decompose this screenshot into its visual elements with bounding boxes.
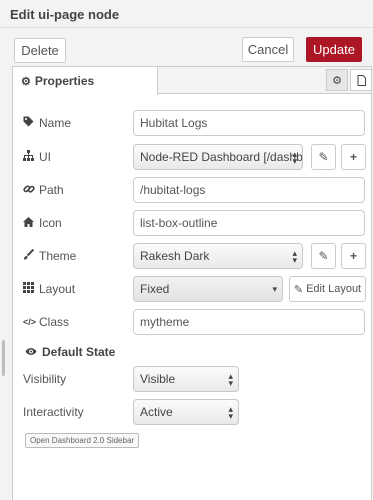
visibility-select[interactable]: Visible ▴ ▾ — [133, 366, 239, 392]
gear-icon: ⚙ — [332, 74, 342, 87]
grid-icon — [23, 282, 39, 296]
path-label: Path — [39, 183, 64, 197]
update-button[interactable]: Update — [306, 37, 362, 62]
updown-icon: ▴ ▾ — [292, 149, 297, 166]
dialog-header: Edit ui-page node — [0, 0, 373, 28]
code-icon: </> — [23, 317, 37, 327]
interactivity-value: Active — [140, 405, 173, 419]
updown-icon: ▴ ▾ — [292, 248, 297, 265]
tag-icon — [23, 116, 39, 130]
pencil-icon: ✎ — [318, 150, 329, 164]
layout-row: Layout Fixed ▾ ✎ Edit Layout — [23, 276, 366, 302]
theme-select-value: Rakesh Dark — [140, 249, 210, 263]
name-input[interactable]: Hubitat Logs — [133, 110, 365, 136]
open-sidebar-button[interactable]: Open Dashboard 2.0 Sidebar — [25, 433, 140, 448]
gear-icon: ⚙ — [21, 75, 31, 88]
theme-label: Theme — [39, 249, 77, 263]
interactivity-label: Interactivity — [23, 405, 84, 419]
edit-theme-button[interactable]: ✎ — [311, 243, 336, 269]
layout-label: Layout — [39, 282, 76, 296]
tab-bar: ⚙ Properties ⚙ — [13, 67, 372, 95]
properties-panel: ⚙ Properties ⚙ Name Hubitat Logs UI Node… — [12, 66, 372, 500]
edit-ui-button[interactable]: ✎ — [311, 144, 336, 170]
file-icon — [357, 74, 366, 86]
name-row: Name Hubitat Logs — [23, 110, 365, 136]
sitemap-icon — [23, 150, 39, 164]
icon-label: Icon — [39, 216, 62, 230]
visibility-value: Visible — [140, 372, 176, 386]
default-state-title: Default State — [42, 345, 116, 359]
delete-button[interactable]: Delete — [14, 38, 66, 63]
edit-layout-label: Edit Layout — [306, 283, 362, 295]
layout-select[interactable]: Fixed ▾ — [133, 276, 283, 302]
link-icon — [23, 183, 39, 198]
edit-icon: ✎ — [293, 283, 304, 296]
ui-label: UI — [39, 150, 51, 164]
paintbrush-icon — [23, 248, 39, 263]
ui-select[interactable]: Node-RED Dashboard [/dashboa ▴ ▾ — [133, 144, 303, 170]
theme-select[interactable]: Rakesh Dark ▴ ▾ — [133, 243, 303, 269]
tab-properties[interactable]: ⚙ Properties — [13, 67, 158, 95]
cancel-button[interactable]: Cancel — [242, 37, 294, 62]
edit-layout-button[interactable]: ✎ Edit Layout — [289, 276, 366, 302]
settings-tab-button[interactable]: ⚙ — [326, 69, 348, 91]
theme-row: Theme Rakesh Dark ▴ ▾ ✎ + — [23, 243, 366, 269]
interactivity-select[interactable]: Active ▴ ▾ — [133, 399, 239, 425]
class-label: Class — [39, 315, 70, 329]
name-label: Name — [39, 116, 72, 130]
visibility-label: Visibility — [23, 372, 67, 386]
class-row: </> Class mytheme — [23, 309, 365, 335]
default-state-heading: Default State — [25, 345, 115, 359]
chevron-down-icon: ▾ — [272, 284, 277, 294]
add-theme-button[interactable]: + — [341, 243, 366, 269]
path-row: Path /hubitat-logs — [23, 177, 365, 203]
class-input[interactable]: mytheme — [133, 309, 365, 335]
dialog-title: Edit ui-page node — [10, 7, 120, 22]
icon-row: Icon list-box-outline — [23, 210, 365, 236]
updown-icon: ▴ ▾ — [228, 371, 233, 388]
home-icon — [23, 216, 39, 230]
resize-handle[interactable] — [2, 340, 5, 376]
ui-row: UI Node-RED Dashboard [/dashboa ▴ ▾ ✎ + — [23, 144, 366, 170]
add-ui-button[interactable]: + — [341, 144, 366, 170]
dialog-toolbar: Delete Cancel Update — [0, 28, 373, 70]
updown-icon: ▴ ▾ — [228, 404, 233, 421]
icon-input[interactable]: list-box-outline — [133, 210, 365, 236]
plus-icon: + — [349, 150, 357, 164]
description-tab-button[interactable] — [350, 69, 372, 91]
plus-icon: + — [349, 249, 357, 263]
eye-icon — [25, 345, 37, 359]
path-input[interactable]: /hubitat-logs — [133, 177, 365, 203]
pencil-icon: ✎ — [318, 249, 329, 263]
ui-select-value: Node-RED Dashboard [/dashboa — [140, 150, 303, 164]
interactivity-row: Interactivity Active ▴ ▾ — [23, 399, 363, 425]
layout-select-value: Fixed — [140, 282, 170, 296]
tab-properties-label: Properties — [34, 74, 95, 88]
visibility-row: Visibility Visible ▴ ▾ — [23, 366, 363, 392]
